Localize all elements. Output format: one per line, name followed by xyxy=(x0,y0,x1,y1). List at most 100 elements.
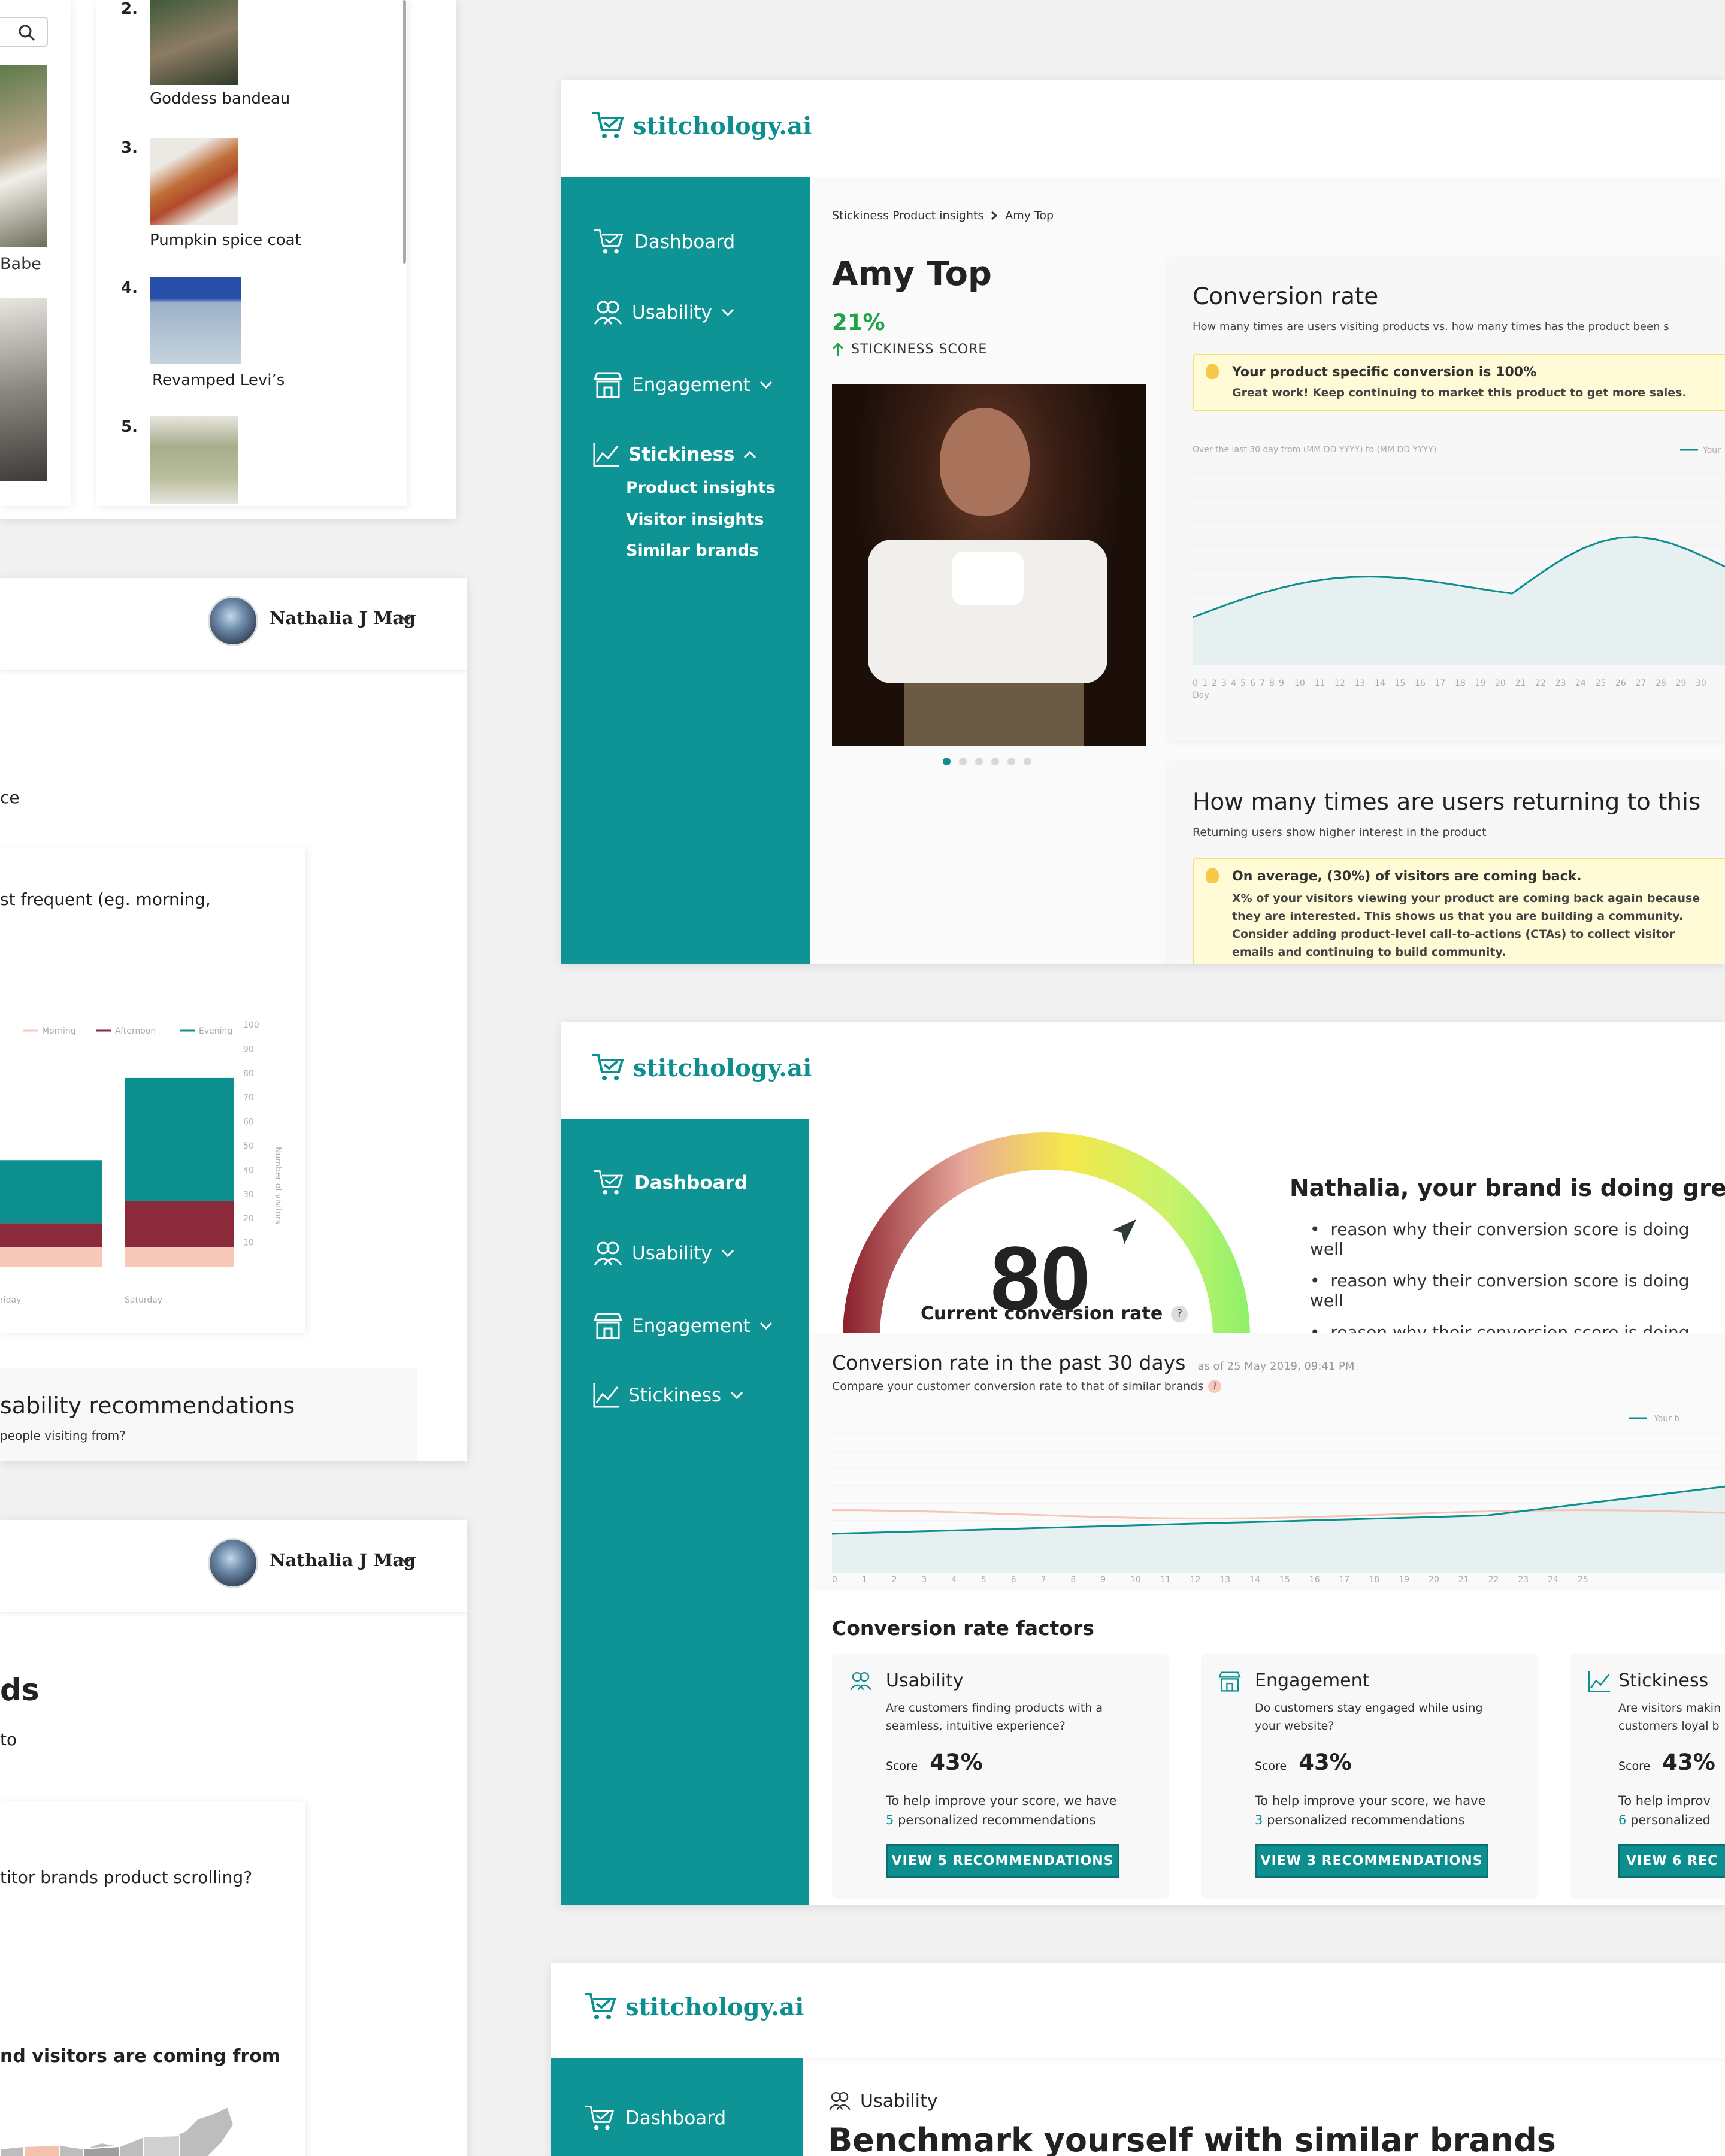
line-chart-icon xyxy=(593,1383,619,1408)
sidebar-item-dashboard[interactable]: Dashboard xyxy=(592,1168,748,1198)
brand-logo[interactable]: stitchology.ai xyxy=(583,1991,804,2023)
help-icon[interactable]: ? xyxy=(1171,1305,1188,1322)
help-icon[interactable]: ? xyxy=(1208,1380,1222,1393)
factor-score-row: Score 43% xyxy=(1618,1749,1715,1775)
x-tick-label: 22 xyxy=(1488,1575,1499,1585)
x-tick-label: 5 xyxy=(1240,679,1246,688)
carousel-dot[interactable] xyxy=(943,758,951,765)
x-tick-label: 7 xyxy=(1260,679,1265,688)
view-recommendations-button[interactable]: VIEW 6 REC xyxy=(1618,1844,1725,1878)
product-photo[interactable] xyxy=(832,384,1146,746)
chevron-down-icon[interactable] xyxy=(398,1555,414,1567)
view-recommendations-button[interactable]: VIEW 5 RECOMMENDATIONS xyxy=(886,1844,1119,1878)
product-name-partial[interactable]: Babe xyxy=(0,255,41,273)
brand-logo[interactable]: stitchology.ai xyxy=(591,1052,812,1084)
list-item-name[interactable]: Pumpkin spice coat xyxy=(150,231,301,249)
avatar[interactable] xyxy=(208,596,258,646)
x-tick-label: 9 xyxy=(1100,1575,1106,1585)
sidebar-item-usability[interactable]: Usability xyxy=(592,1240,735,1267)
sidebar-subitem-product-insights[interactable]: Product insights xyxy=(626,479,776,497)
sidebar-item-usability[interactable]: Usability xyxy=(592,299,735,326)
factor-name: Stickiness xyxy=(1618,1670,1709,1691)
carousel-dot[interactable] xyxy=(975,758,983,765)
sidebar-item-stickiness[interactable]: Stickiness xyxy=(592,1382,744,1409)
carousel-dot[interactable] xyxy=(991,758,999,765)
heading-fragment: ds xyxy=(0,1673,40,1707)
sidebar-item-engagement[interactable]: Engagement xyxy=(592,371,773,399)
cart-icon xyxy=(594,229,624,254)
x-tick-label: 0 xyxy=(1193,679,1198,688)
recommendation-count: 3 xyxy=(1255,1813,1263,1827)
cart-icon xyxy=(594,1170,624,1195)
carousel-dot[interactable] xyxy=(959,758,967,765)
chevron-down-icon xyxy=(721,308,734,317)
storefront-icon xyxy=(1218,1671,1241,1692)
user-name[interactable]: Nathalia J Mag xyxy=(270,1550,416,1570)
x-tick-label: 20 xyxy=(1429,1575,1439,1585)
recommendation-count: 5 xyxy=(886,1813,894,1827)
product-thumb[interactable] xyxy=(150,138,238,225)
y-axis-label: Number of visitors xyxy=(273,1147,283,1224)
x-tick-label: 4 xyxy=(951,1575,957,1585)
breadcrumb-root[interactable]: Stickiness Product insights xyxy=(832,209,983,222)
storefront-icon xyxy=(593,372,623,398)
list-item-name[interactable]: Goddess bandeau xyxy=(150,90,290,108)
sidebar-subitem-similar-brands[interactable]: Similar brands xyxy=(626,541,759,560)
carousel-dots[interactable] xyxy=(939,756,1036,768)
bar-segment xyxy=(0,1160,102,1224)
sidebar-item-engagement[interactable]: Engagement xyxy=(592,1312,773,1340)
scrolling-question: titor brands product scrolling? xyxy=(0,1867,253,1887)
x-tick-label: 13 xyxy=(1219,1575,1230,1585)
chevron-down-icon xyxy=(731,1391,743,1400)
product-thumb[interactable] xyxy=(150,277,241,364)
user-name[interactable]: Nathalia J Mag xyxy=(270,608,416,628)
chart-sub-row: Compare your customer conversion rate to… xyxy=(832,1380,1222,1393)
x-tick-label: 25 xyxy=(1578,1575,1588,1585)
x-tick-label: 15 xyxy=(1395,679,1406,688)
score-value: 43% xyxy=(1662,1749,1715,1775)
x-tick-label: 8 xyxy=(1269,679,1275,688)
list-item: • reason why their conversion score is d… xyxy=(1310,1219,1690,1259)
top-products-card: Babe 2. Goddess bandeau 3. Pumpkin spice… xyxy=(0,0,456,519)
sidebar-item-dashboard[interactable]: Dashboard xyxy=(583,2103,726,2133)
sidebar-subitem-visitor-insights[interactable]: Visitor insights xyxy=(626,510,764,529)
bar-segment xyxy=(0,1223,102,1247)
product-thumb[interactable] xyxy=(150,416,238,504)
product-image[interactable] xyxy=(0,65,47,247)
search-box[interactable] xyxy=(0,17,48,47)
view-recommendations-button[interactable]: VIEW 3 RECOMMENDATIONS xyxy=(1255,1844,1488,1878)
sidebar xyxy=(561,1119,809,1905)
chart-title: Conversion rate in the past 30 days xyxy=(832,1351,1186,1374)
factor-desc: Are visitors makin customers loyal b xyxy=(1618,1701,1721,1733)
chevron-down-icon[interactable] xyxy=(398,613,414,625)
factor-name: Usability xyxy=(886,1670,964,1691)
factor-help: To help improv 6 personalized xyxy=(1618,1794,1711,1827)
x-tick-label: 12 xyxy=(1334,679,1345,688)
x-tick-label: 22 xyxy=(1535,679,1546,688)
list-item-name[interactable]: Revamped Levi’s xyxy=(152,371,285,389)
avatar[interactable] xyxy=(208,1538,258,1588)
chart-title-row: Conversion rate in the past 30 days as o… xyxy=(832,1351,1354,1374)
sidebar-item-dashboard[interactable]: Dashboard xyxy=(592,227,735,257)
cart-logo-icon xyxy=(585,1993,616,2019)
x-tick-label: 3 xyxy=(921,1575,927,1585)
headline: Nathalia, your brand is doing great! xyxy=(1290,1175,1725,1202)
brand-logo[interactable]: stitchology.ai xyxy=(591,110,812,142)
search-icon[interactable] xyxy=(18,24,36,42)
carousel-dot[interactable] xyxy=(1024,758,1031,765)
gauge-pointer-icon xyxy=(1112,1219,1136,1244)
carousel-dot[interactable] xyxy=(1007,758,1015,765)
cart-icon xyxy=(585,2106,615,2130)
sidebar-item-stickiness[interactable]: Stickiness xyxy=(592,441,757,468)
x-tick-label: 11 xyxy=(1160,1575,1171,1585)
x-tick-label: 24 xyxy=(1575,679,1586,688)
list-scrollbar[interactable] xyxy=(402,0,406,264)
product-thumb[interactable] xyxy=(150,0,238,85)
score-value: 43% xyxy=(1299,1749,1352,1775)
sidebar-item-label: Dashboard xyxy=(634,1172,748,1194)
users-icon xyxy=(594,1241,622,1265)
x-tick-label: 1 xyxy=(862,1575,867,1585)
us-map[interactable] xyxy=(0,2095,252,2156)
section-label: Usability xyxy=(860,2090,938,2112)
product-image[interactable] xyxy=(0,298,47,481)
